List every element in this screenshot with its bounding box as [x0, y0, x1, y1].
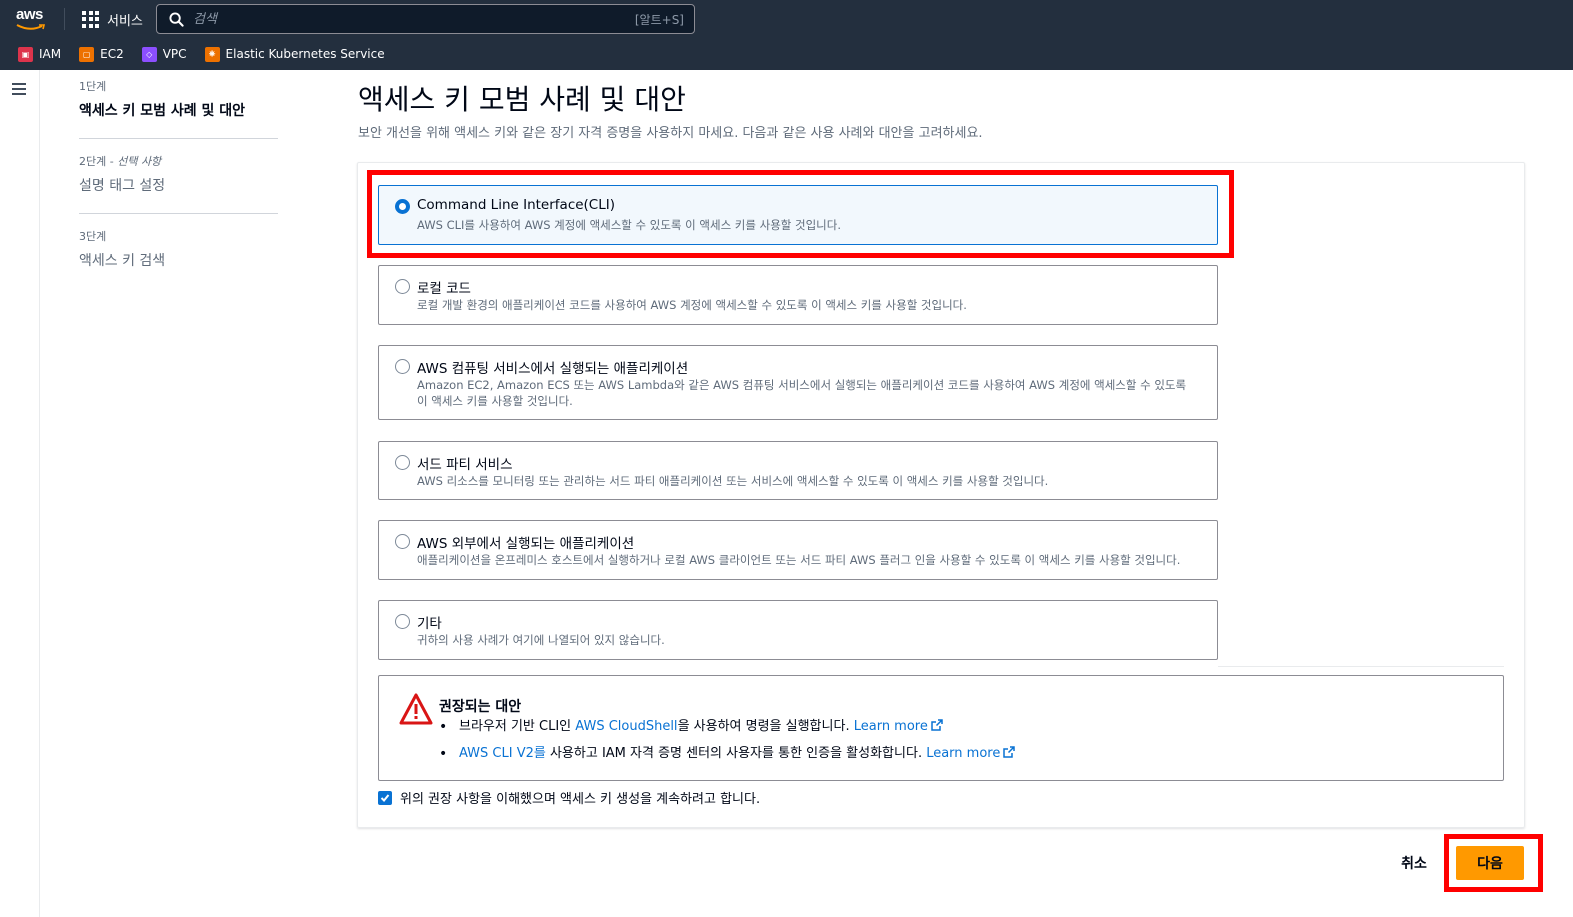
- iam-icon: ▣: [18, 46, 33, 62]
- alert-item-cli-v2: AWS CLI V2를 사용하고 IAM 자격 증명 센터의 사용자를 통한 인…: [439, 745, 1016, 772]
- acknowledge-row: 위의 권장 사항을 이해했으며 액세스 키 생성을 계속하려고 합니다.: [378, 788, 760, 807]
- page-title: 액세스 키 모범 사례 및 대안: [358, 83, 686, 116]
- alert-list: 브라우저 기반 CLI인 AWS CloudShell을 사용하여 명령을 실행…: [439, 718, 1016, 772]
- nav-divider: [64, 8, 65, 30]
- next-button[interactable]: 다음: [1456, 846, 1524, 880]
- option-title: 기타: [417, 616, 442, 632]
- step-divider: [79, 213, 278, 214]
- acknowledge-checkbox[interactable]: [378, 790, 392, 805]
- top-navigation: aws 서비스 [알트+S] ▣ IAM ▢ EC2 ◇ VPC: [0, 0, 1573, 70]
- search-shortcut-hint: [알트+S]: [634, 13, 684, 27]
- learn-more-link[interactable]: Learn more: [854, 719, 943, 734]
- option-outside-aws[interactable]: AWS 외부에서 실행되는 애플리케이션 애플리케이션을 온프레미스 호스트에서…: [378, 520, 1218, 580]
- option-description: 애플리케이션을 온프레미스 호스트에서 실행하거나 로컬 AWS 클라이언트 또…: [417, 553, 1181, 567]
- alert-text: 사용하고 IAM 자격 증명 센터의 사용자를 통한 인증을 활성화합니다.: [545, 746, 927, 761]
- aws-cli-v2-link[interactable]: AWS CLI V2를: [459, 746, 546, 761]
- option-aws-compute[interactable]: AWS 컴퓨팅 서비스에서 실행되는 애플리케이션 Amazon EC2, Am…: [378, 345, 1218, 420]
- warning-icon: [399, 693, 433, 725]
- recommended-alternatives-alert: 권장되는 대안 브라우저 기반 CLI인 AWS CloudShell을 사용하…: [378, 675, 1504, 781]
- eks-icon: ⎈: [204, 46, 220, 62]
- page-description: 보안 개선을 위해 액세스 키와 같은 장기 자격 증명을 사용하지 마세요. …: [358, 126, 983, 141]
- aws-logo-text: aws: [16, 6, 43, 23]
- vpc-icon: ◇: [141, 46, 157, 62]
- services-menu-button[interactable]: 서비스: [82, 8, 143, 30]
- favorite-label: Elastic Kubernetes Service: [225, 47, 385, 61]
- radio-button[interactable]: [395, 279, 410, 294]
- radio-button-selected[interactable]: [395, 199, 410, 214]
- option-title: AWS 외부에서 실행되는 애플리케이션: [417, 536, 635, 552]
- services-label: 서비스: [107, 13, 143, 29]
- option-description: Amazon EC2, Amazon ECS 또는 AWS Lambda와 같은…: [417, 378, 1187, 408]
- option-title: 로컬 코드: [417, 281, 471, 297]
- search-icon: [169, 12, 184, 27]
- cancel-button[interactable]: 취소: [1396, 852, 1432, 876]
- alert-text: 브라우저 기반 CLI인: [459, 719, 576, 734]
- option-title: 서드 파티 서비스: [417, 457, 513, 473]
- side-navigation-strip: [0, 70, 40, 917]
- option-description: AWS CLI를 사용하여 AWS 계정에 액세스할 수 있도록 이 액세스 키…: [417, 218, 841, 232]
- radio-button[interactable]: [395, 359, 410, 374]
- step-number: 1단계: [79, 80, 107, 93]
- step-number: 3단계: [79, 230, 107, 243]
- learn-more-link[interactable]: Learn more: [926, 746, 1016, 761]
- option-title: Command Line Interface(CLI): [417, 197, 616, 213]
- services-grid-icon: [82, 10, 99, 28]
- favorite-iam[interactable]: ▣ IAM: [18, 46, 62, 62]
- step-1: 1단계 액세스 키 모범 사례 및 대안: [79, 78, 279, 120]
- favorite-eks[interactable]: ⎈ Elastic Kubernetes Service: [204, 46, 385, 62]
- favorite-ec2[interactable]: ▢ EC2: [79, 46, 124, 62]
- external-link-icon: [1003, 746, 1016, 758]
- ec2-icon: ▢: [79, 46, 95, 62]
- option-cli[interactable]: Command Line Interface(CLI) AWS CLI를 사용하…: [378, 185, 1218, 245]
- option-description: 로컬 개발 환경의 애플리케이션 코드를 사용하여 AWS 계정에 액세스할 수…: [417, 298, 967, 312]
- alert-item-cloudshell: 브라우저 기반 CLI인 AWS CloudShell을 사용하여 명령을 실행…: [439, 718, 1015, 745]
- checkmark-icon: [380, 793, 390, 802]
- favorite-label: IAM: [39, 47, 62, 61]
- option-local-code[interactable]: 로컬 코드 로컬 개발 환경의 애플리케이션 코드를 사용하여 AWS 계정에 …: [378, 265, 1218, 325]
- radio-button[interactable]: [395, 534, 410, 549]
- alert-text: 을 사용하여 명령을 실행합니다.: [677, 719, 854, 734]
- favorite-vpc[interactable]: ◇ VPC: [141, 46, 187, 62]
- step-divider: [79, 138, 278, 139]
- menu-hamburger-icon[interactable]: [12, 83, 26, 95]
- option-description: AWS 리소스를 모니터링 또는 관리하는 서드 파티 애플리케이션 또는 서비…: [417, 474, 1049, 488]
- external-link-icon: [931, 719, 943, 731]
- favorite-label: EC2: [100, 47, 124, 61]
- radio-button[interactable]: [395, 455, 410, 470]
- section-divider: [1218, 666, 1504, 667]
- favorites-bar: ▣ IAM ▢ EC2 ◇ VPC ⎈ Elastic Kubernetes S…: [18, 45, 385, 63]
- search-bar[interactable]: [알트+S]: [156, 4, 695, 34]
- step-title: 액세스 키 모범 사례 및 대안: [79, 103, 246, 119]
- step-2: 2단계 - 선택 사항 설명 태그 설정: [79, 153, 279, 195]
- alert-title: 권장되는 대안: [439, 699, 522, 715]
- option-other[interactable]: 기타 귀하의 사용 사례가 여기에 나열되어 있지 않습니다.: [378, 600, 1218, 660]
- step-number: 2단계 - 선택 사항: [79, 155, 162, 168]
- option-title: AWS 컴퓨팅 서비스에서 실행되는 애플리케이션: [417, 361, 689, 377]
- wizard-steps: 1단계 액세스 키 모범 사례 및 대안 2단계 - 선택 사항 설명 태그 설…: [79, 78, 279, 270]
- step-title: 설명 태그 설정: [79, 178, 166, 194]
- aws-smile-icon: [16, 24, 46, 30]
- step-title: 액세스 키 검색: [79, 253, 166, 269]
- option-third-party[interactable]: 서드 파티 서비스 AWS 리소스를 모니터링 또는 관리하는 서드 파티 애플…: [378, 441, 1218, 500]
- search-input[interactable]: [193, 9, 593, 29]
- aws-logo[interactable]: aws: [14, 6, 50, 34]
- step-3: 3단계 액세스 키 검색: [79, 228, 279, 270]
- acknowledge-label[interactable]: 위의 권장 사항을 이해했으며 액세스 키 생성을 계속하려고 합니다.: [400, 788, 760, 807]
- cloudshell-link[interactable]: AWS CloudShell: [575, 719, 677, 734]
- favorite-label: VPC: [162, 47, 187, 61]
- option-description: 귀하의 사용 사례가 여기에 나열되어 있지 않습니다.: [417, 633, 665, 647]
- radio-button[interactable]: [395, 614, 410, 629]
- step-optional-label: 선택 사항: [117, 155, 162, 168]
